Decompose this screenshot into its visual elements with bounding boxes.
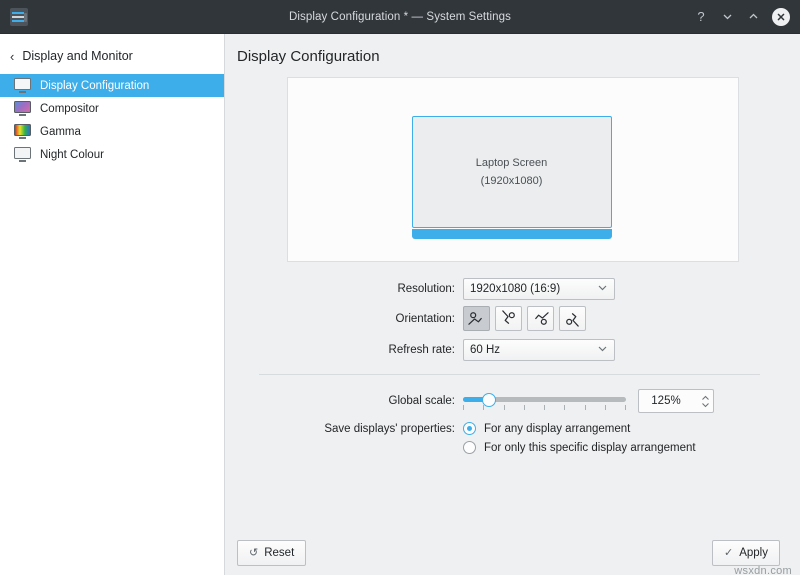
orientation-row: Orientation:: [245, 306, 780, 331]
footer-bar: ↺ Reset ✓ Apply wsxdn.com: [225, 531, 800, 575]
global-scale-label: Global scale:: [245, 395, 463, 407]
screen-primary-bar: [412, 229, 612, 239]
orientation-portrait-left-button[interactable]: [559, 306, 586, 331]
orientation-label: Orientation:: [245, 313, 463, 325]
sidebar-item-label: Compositor: [40, 103, 99, 115]
title-bar[interactable]: Display Configuration * — System Setting…: [0, 0, 800, 34]
chevron-down-icon: [597, 343, 608, 357]
reset-icon: ↺: [249, 548, 258, 559]
chevron-down-icon: [597, 282, 608, 296]
radio-any-arrangement-label[interactable]: For any display arrangement: [484, 423, 630, 435]
radio-specific-arrangement[interactable]: [463, 441, 476, 454]
orientation-portrait-right-button[interactable]: [495, 306, 522, 331]
breadcrumb-label: Display and Monitor: [22, 49, 132, 63]
monitor-icon: [14, 78, 31, 93]
breadcrumb-back[interactable]: ‹ Display and Monitor: [0, 44, 224, 68]
refresh-rate-select[interactable]: 60 Hz: [463, 339, 615, 361]
window-controls: ?: [694, 8, 800, 26]
watermark: wsxdn.com: [734, 565, 792, 575]
resolution-label: Resolution:: [245, 283, 463, 295]
slider-ticks: [463, 405, 626, 411]
orientation-landscape-flipped-button[interactable]: [527, 306, 554, 331]
save-displays-properties-label: Save displays' properties:: [245, 423, 463, 435]
system-settings-window: Display Configuration * — System Setting…: [0, 0, 800, 575]
orientation-landscape-button[interactable]: [463, 306, 490, 331]
sidebar-list: Display Configuration Compositor Gamma: [0, 74, 224, 166]
sidebar-item-label: Night Colour: [40, 149, 104, 161]
display-arrangement-preview[interactable]: Laptop Screen (1920x1080): [287, 77, 739, 262]
global-scale-slider[interactable]: [463, 390, 626, 412]
refresh-rate-row: Refresh rate: 60 Hz: [245, 339, 780, 361]
spinbox-arrows[interactable]: [697, 395, 713, 408]
maximize-icon[interactable]: [746, 9, 760, 25]
sidebar-item-night-colour[interactable]: Night Colour: [0, 143, 224, 166]
page-title: Display Configuration: [225, 34, 800, 65]
display-settings-form: Resolution: 1920x1080 (16:9) Orientation…: [245, 278, 780, 361]
sidebar-item-label: Gamma: [40, 126, 81, 138]
sidebar-item-label: Display Configuration: [40, 80, 149, 92]
check-icon: ✓: [724, 548, 733, 559]
minimize-icon[interactable]: [720, 9, 734, 25]
sidebar: ‹ Display and Monitor Display Configurat…: [0, 34, 225, 575]
sidebar-item-display-configuration[interactable]: Display Configuration: [0, 74, 224, 97]
resolution-select[interactable]: 1920x1080 (16:9): [463, 278, 615, 300]
save-displays-properties-group: Save displays' properties: For any displ…: [245, 422, 780, 454]
global-scale-spinbox[interactable]: 125%: [638, 389, 714, 413]
refresh-rate-label: Refresh rate:: [245, 344, 463, 356]
main-pane: Display Configuration Laptop Screen (192…: [225, 34, 800, 575]
night-colour-icon: [14, 147, 31, 162]
compositor-icon: [14, 101, 31, 116]
reset-label: Reset: [264, 547, 294, 559]
global-scale-row: Global scale: 125%: [245, 389, 780, 413]
resolution-value: 1920x1080 (16:9): [470, 283, 597, 295]
screen-resolution: (1920x1080): [481, 175, 543, 187]
orientation-button-group: [463, 306, 586, 331]
sidebar-item-gamma[interactable]: Gamma: [0, 120, 224, 143]
screen-name: Laptop Screen: [476, 157, 548, 169]
app-icon: [10, 8, 28, 26]
refresh-rate-value: 60 Hz: [470, 344, 597, 356]
resolution-row: Resolution: 1920x1080 (16:9): [245, 278, 780, 300]
gamma-icon: [14, 124, 31, 139]
save-props-row-2: For only this specific display arrangeme…: [245, 441, 780, 454]
radio-any-arrangement[interactable]: [463, 422, 476, 435]
chevron-left-icon: ‹: [10, 50, 14, 63]
section-divider: [259, 374, 760, 375]
content-area: Laptop Screen (1920x1080) Resolution: 19…: [225, 65, 800, 531]
window-title: Display Configuration * — System Setting…: [0, 11, 800, 23]
display-screen-item[interactable]: Laptop Screen (1920x1080): [412, 116, 612, 228]
save-props-row-1: Save displays' properties: For any displ…: [245, 422, 780, 435]
close-icon[interactable]: [772, 8, 790, 26]
help-button[interactable]: ?: [694, 9, 708, 25]
apply-label: Apply: [739, 547, 768, 559]
global-scale-value: 125%: [639, 395, 697, 407]
reset-button[interactable]: ↺ Reset: [237, 540, 306, 566]
apply-button[interactable]: ✓ Apply: [712, 540, 780, 566]
radio-specific-arrangement-label[interactable]: For only this specific display arrangeme…: [484, 442, 696, 454]
sidebar-item-compositor[interactable]: Compositor: [0, 97, 224, 120]
window-body: ‹ Display and Monitor Display Configurat…: [0, 34, 800, 575]
